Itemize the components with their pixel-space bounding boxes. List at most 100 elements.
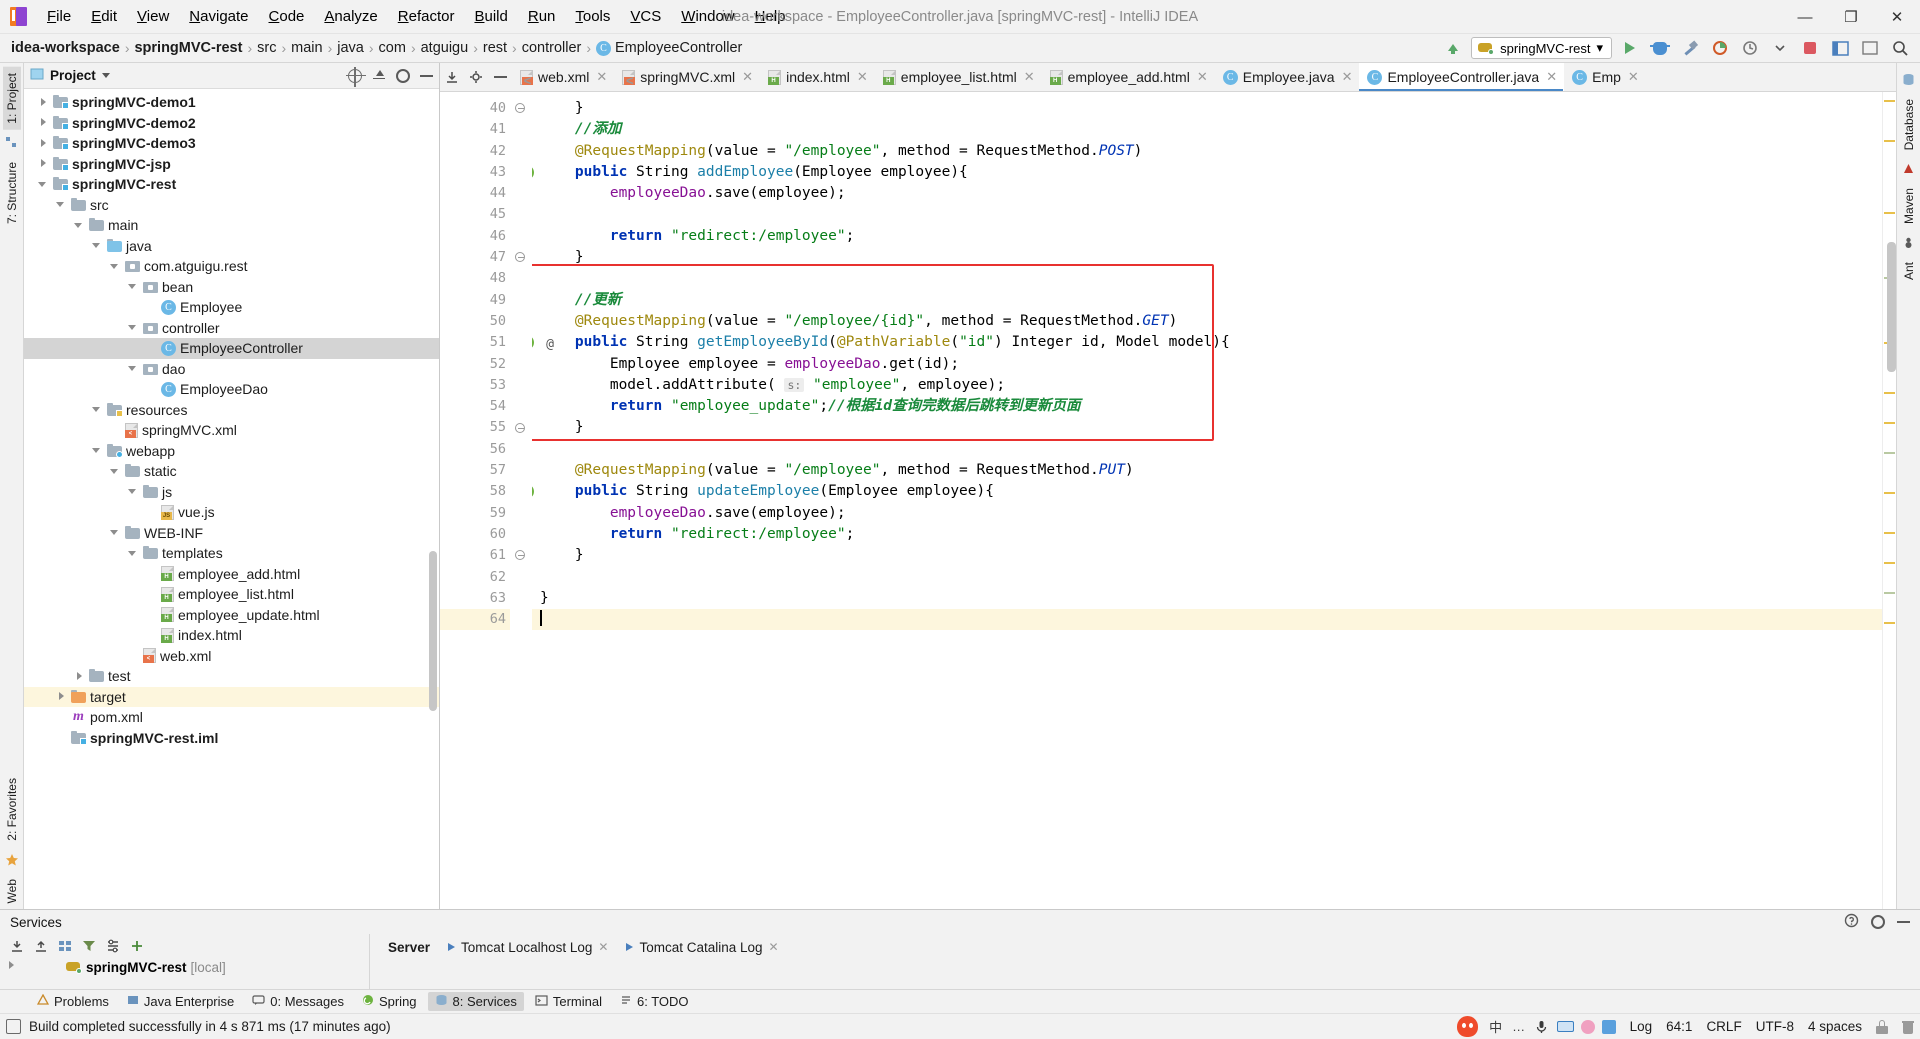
line-number-50[interactable]: 50 (440, 311, 510, 332)
stop-button[interactable] (1798, 36, 1822, 60)
stripe-marker[interactable] (1884, 100, 1895, 102)
code-line-55[interactable]: } (532, 417, 1882, 438)
hide-icon[interactable] (1897, 921, 1910, 923)
tree-item-dao[interactable]: dao (24, 359, 439, 380)
close-icon[interactable]: ✕ (1628, 69, 1639, 85)
line-number-41[interactable]: 41 (440, 119, 510, 140)
locate-icon[interactable] (346, 66, 366, 87)
line-number-55[interactable]: 55 (440, 417, 510, 438)
expand-arrow-icon[interactable] (38, 138, 49, 149)
line-number-64[interactable]: 64 (440, 609, 510, 631)
bottom-tab-0-messages[interactable]: 0: Messages (245, 992, 351, 1011)
stripe-marker[interactable] (1884, 212, 1895, 214)
close-icon[interactable]: ✕ (598, 940, 608, 954)
gear-icon[interactable] (1871, 915, 1885, 929)
update-project-icon[interactable] (1441, 36, 1465, 60)
tool-tab-maven[interactable]: Maven (1900, 182, 1918, 230)
collapse-arrow-icon[interactable] (128, 322, 139, 333)
tool-tab-web[interactable]: Web (3, 873, 21, 909)
menu-item-run[interactable]: Run (519, 5, 565, 28)
menu-item-refactor[interactable]: Refactor (389, 5, 464, 28)
line-number-56[interactable]: 56 (440, 439, 510, 460)
close-icon[interactable]: ✕ (857, 69, 868, 85)
layout-button[interactable] (1828, 36, 1852, 60)
mic-icon[interactable] (1534, 1019, 1550, 1035)
fold-end-marker[interactable] (514, 418, 526, 439)
stripe-marker[interactable] (1884, 392, 1895, 394)
editor-tab-employeecontroller-java[interactable]: C EmployeeController.java ✕ (1359, 63, 1565, 91)
close-icon[interactable]: ✕ (596, 69, 607, 85)
code-folding-column[interactable] (510, 92, 532, 909)
tree-item-vue-js[interactable]: JS vue.js (24, 502, 439, 523)
tree-item-springmvc-demo1[interactable]: springMVC-demo1 (24, 92, 439, 113)
tree-item-bean[interactable]: bean (24, 277, 439, 298)
breadcrumb-item-idea-workspace[interactable]: idea-workspace (8, 40, 123, 56)
tree-item-pom-xml[interactable]: m pom.xml (24, 707, 439, 728)
breadcrumb-item-rest[interactable]: rest (480, 40, 510, 56)
code-line-50[interactable]: @RequestMapping(value = "/employee/{id}"… (532, 311, 1882, 332)
line-number-45[interactable]: 45 (440, 204, 510, 225)
bottom-tab-spring[interactable]: Spring (355, 992, 424, 1011)
services-tab-tomcat-localhost-log[interactable]: Tomcat Localhost Log ✕ (440, 938, 616, 957)
menu-item-code[interactable]: Code (260, 5, 314, 28)
close-icon[interactable]: ✕ (742, 69, 753, 85)
line-number-52[interactable]: 52 (440, 354, 510, 375)
log-label[interactable]: Log (1630, 1019, 1653, 1034)
editor-tab-web-xml[interactable]: < web.xml ✕ (512, 63, 615, 91)
ime-chinese-mode[interactable]: 中 (1488, 1019, 1504, 1035)
minimize-button[interactable]: — (1782, 0, 1828, 34)
code-line-56[interactable] (532, 439, 1882, 460)
tree-item-main[interactable]: main (24, 215, 439, 236)
tree-item-employeedao[interactable]: C EmployeeDao (24, 379, 439, 400)
stripe-marker[interactable] (1884, 622, 1895, 624)
gear-icon[interactable] (396, 68, 410, 83)
code-line-58[interactable]: public String updateEmployee(Employee em… (532, 481, 1882, 502)
tree-item-springmvc-rest[interactable]: springMVC-rest (24, 174, 439, 195)
tree-item-web-xml[interactable]: < web.xml (24, 646, 439, 667)
tree-item-employee-add-html[interactable]: Hemployee_add.html (24, 564, 439, 585)
settings-icon[interactable] (464, 63, 488, 91)
expand-arrow-icon[interactable] (56, 691, 67, 702)
line-number-57[interactable]: 57 (440, 460, 510, 481)
line-number-42[interactable]: 42 (440, 141, 510, 162)
tree-item-controller[interactable]: controller (24, 318, 439, 339)
menu-item-file[interactable]: File (38, 5, 80, 28)
bottom-tab-6-todo[interactable]: 6: TODO (613, 992, 696, 1011)
box-icon[interactable] (1601, 1019, 1616, 1034)
line-number-51[interactable]: 51 @ (440, 332, 554, 353)
tool-tab-structure[interactable]: 7: Structure (3, 156, 21, 230)
restore-layout-icon[interactable] (1858, 36, 1882, 60)
breadcrumb-item-class[interactable]: C EmployeeController (593, 40, 745, 56)
tree-item-static[interactable]: static (24, 461, 439, 482)
tree-item-springmvc-jsp[interactable]: springMVC-jsp (24, 154, 439, 175)
code-line-62[interactable] (532, 567, 1882, 588)
breadcrumb-item-main[interactable]: main (288, 40, 325, 56)
indent-setting[interactable]: 4 spaces (1808, 1019, 1862, 1034)
stripe-marker[interactable] (1884, 422, 1895, 424)
code-line-42[interactable]: @RequestMapping(value = "/employee", met… (532, 141, 1882, 162)
line-number-62[interactable]: 62 (440, 567, 510, 588)
editor-tab-employee-list-html[interactable]: Hemployee_list.html ✕ (874, 63, 1042, 91)
line-separator[interactable]: CRLF (1706, 1019, 1741, 1034)
code-line-64[interactable] (532, 609, 1882, 631)
menu-item-vcs[interactable]: VCS (621, 5, 670, 28)
code-line-60[interactable]: return "redirect:/employee"; (532, 524, 1882, 545)
line-number-49[interactable]: 49 (440, 290, 510, 311)
sogou-icon[interactable] (1455, 1014, 1481, 1039)
hide-icon[interactable] (488, 63, 512, 91)
menu-item-build[interactable]: Build (465, 5, 516, 28)
code-line-43[interactable]: public String addEmployee(Employee emplo… (532, 162, 1882, 183)
run-configuration-selector[interactable]: springMVC-rest ▾ (1471, 37, 1612, 59)
code-line-40[interactable]: } (532, 98, 1882, 119)
help-icon[interactable] (1844, 913, 1859, 931)
code-line-41[interactable]: //添加 (532, 119, 1882, 140)
hide-icon[interactable] (420, 74, 433, 77)
keyboard-icon[interactable] (1556, 1021, 1574, 1032)
tree-item-templates[interactable]: templates (24, 543, 439, 564)
line-number-58[interactable]: 58 (440, 481, 534, 502)
profile-button[interactable] (1738, 36, 1762, 60)
encoding[interactable]: UTF-8 (1756, 1019, 1794, 1034)
tree-item-employee[interactable]: C Employee (24, 297, 439, 318)
editor-tab-index-html[interactable]: Hindex.html ✕ (760, 63, 875, 91)
collapse-arrow-icon[interactable] (110, 261, 121, 272)
